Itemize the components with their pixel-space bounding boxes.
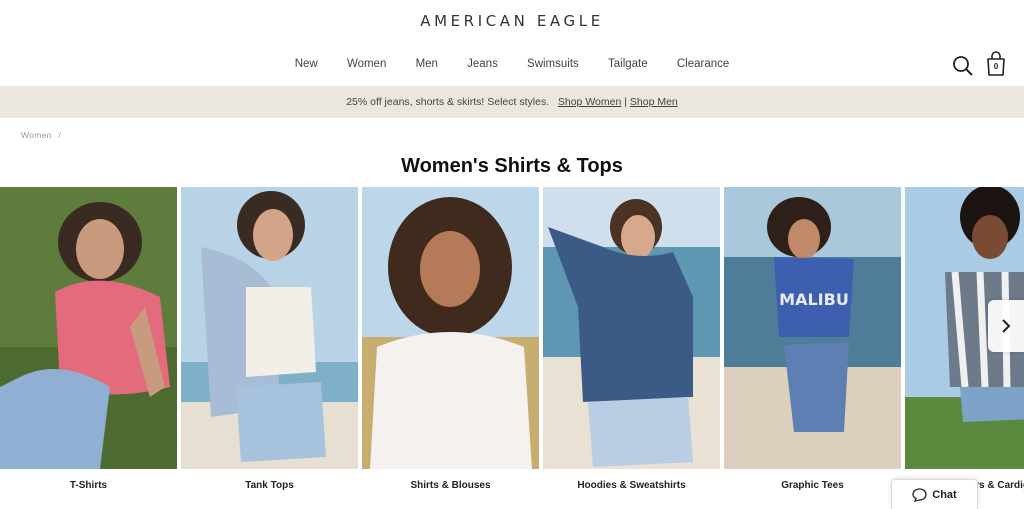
page-title: Women's Shirts & Tops [401, 155, 623, 177]
bag-count: 0 [993, 62, 999, 71]
breadcrumb-separator: / [58, 130, 61, 140]
chevron-right-icon [1002, 319, 1011, 333]
promo-divider: | [624, 96, 627, 108]
chat-bubble-icon [912, 487, 927, 502]
chat-label: Chat [932, 488, 957, 501]
breadcrumb-women[interactable]: Women [21, 130, 52, 140]
nav-men[interactable]: Men [416, 58, 438, 70]
main-nav: New Women Men Jeans Swimsuits Tailgate C… [0, 58, 1024, 70]
category-tile-graphic-tees[interactable]: MALIBU Graphic Tees [724, 187, 901, 509]
category-label: Tank Tops [245, 480, 294, 491]
breadcrumb: Women / [21, 130, 61, 140]
malibu-graphic-text: MALIBU [779, 290, 849, 309]
category-label: Shirts & Blouses [410, 480, 491, 491]
category-tile-tank-tops[interactable]: Tank Tops [181, 187, 358, 509]
category-label: Graphic Tees [781, 480, 844, 491]
category-image [362, 187, 539, 469]
category-tile-shirts-blouses[interactable]: Shirts & Blouses [362, 187, 539, 509]
nav-swimsuits[interactable]: Swimsuits [527, 58, 579, 70]
category-tile-t-shirts[interactable]: T-Shirts [0, 187, 177, 509]
chat-button[interactable]: Chat [891, 479, 978, 509]
category-image [0, 187, 177, 469]
nav-new[interactable]: New [295, 58, 318, 70]
category-tile-hoodies-sweatshirts[interactable]: Hoodies & Sweatshirts [543, 187, 720, 509]
category-image: MALIBU [724, 187, 901, 469]
category-label: Hoodies & Sweatshirts [577, 480, 686, 491]
category-carousel: T-Shirts Tank Tops Shirts & Blouses Hood… [0, 187, 1024, 509]
category-label: T-Shirts [69, 480, 108, 491]
shop-men-link[interactable]: Shop Men [630, 96, 678, 108]
nav-clearance[interactable]: Clearance [677, 58, 729, 70]
nav-tailgate[interactable]: Tailgate [608, 58, 648, 70]
brand-logo[interactable]: AMERICAN EAGLE [0, 12, 1024, 30]
carousel-next-button[interactable] [988, 300, 1024, 352]
category-image [543, 187, 720, 469]
search-icon[interactable] [952, 55, 974, 77]
promo-text: 25% off jeans, shorts & skirts! Select s… [346, 96, 550, 108]
shop-women-link[interactable]: Shop Women [558, 96, 621, 108]
site-header: AMERICAN EAGLE New Women Men Jeans Swims… [0, 0, 1024, 86]
promo-banner: 25% off jeans, shorts & skirts! Select s… [0, 86, 1024, 118]
nav-women[interactable]: Women [347, 58, 386, 70]
nav-jeans[interactable]: Jeans [467, 58, 498, 70]
category-image [181, 187, 358, 469]
